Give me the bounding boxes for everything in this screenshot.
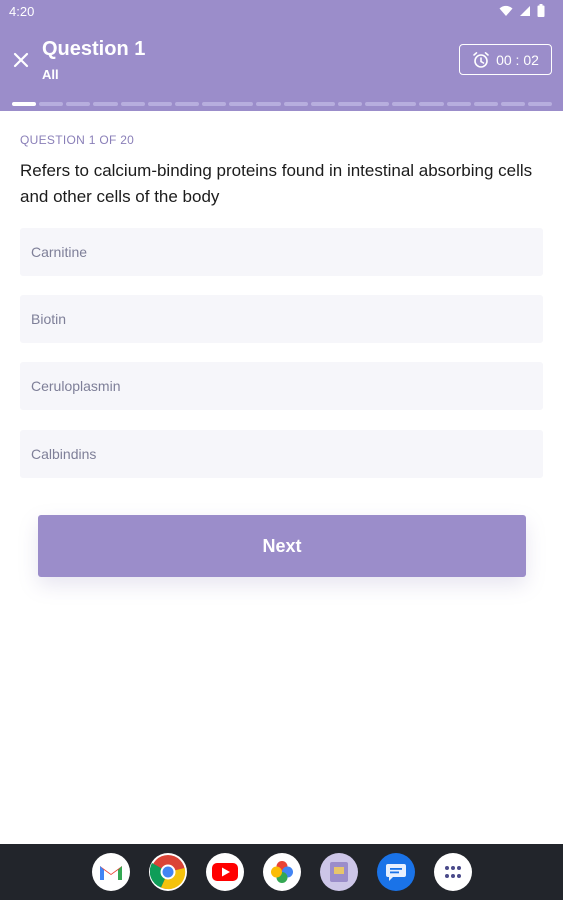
progress-segment bbox=[337, 102, 363, 106]
progress-segment bbox=[283, 102, 308, 106]
messages-icon[interactable] bbox=[376, 853, 415, 891]
signal-icon bbox=[520, 5, 530, 16]
progress-segment bbox=[256, 102, 281, 106]
youtube-icon[interactable] bbox=[205, 853, 244, 891]
battery-icon bbox=[537, 4, 545, 17]
timer-value: 00 : 02 bbox=[496, 51, 539, 68]
progress-segment bbox=[12, 102, 37, 106]
wifi-icon bbox=[499, 5, 513, 16]
chrome-icon[interactable] bbox=[148, 853, 187, 891]
progress-segment bbox=[120, 102, 145, 106]
app-drawer-icon[interactable] bbox=[433, 853, 472, 891]
progress-segment bbox=[473, 102, 498, 106]
progress-segment bbox=[147, 102, 172, 106]
progress-segment bbox=[446, 102, 471, 106]
gmail-icon[interactable] bbox=[91, 853, 130, 891]
page-title: Question 1 bbox=[42, 38, 146, 60]
progress-segment bbox=[500, 102, 525, 106]
alarm-clock-icon bbox=[473, 51, 489, 68]
question-text: Refers to calcium-binding proteins found… bbox=[20, 161, 533, 206]
next-button[interactable]: Next bbox=[38, 515, 526, 577]
photos-icon[interactable] bbox=[262, 853, 301, 891]
progress-segment bbox=[66, 102, 91, 106]
answer-option[interactable]: Carnitine bbox=[20, 228, 543, 276]
status-time: 4:20 bbox=[9, 4, 35, 19]
progress-segment bbox=[39, 102, 64, 106]
answer-option[interactable]: Biotin bbox=[20, 295, 543, 343]
answer-option[interactable]: Ceruloplasmin bbox=[20, 362, 543, 410]
status-icons bbox=[499, 4, 545, 17]
question-counter: QUESTION 1 OF 20 bbox=[20, 133, 135, 147]
progress-segment bbox=[229, 102, 254, 106]
progress-segment bbox=[93, 102, 118, 106]
page-subtitle: All bbox=[42, 67, 59, 82]
progress-segment bbox=[365, 102, 390, 106]
app-icon[interactable] bbox=[319, 853, 358, 891]
progress-segment bbox=[174, 102, 200, 106]
progress-segment bbox=[310, 102, 335, 106]
progress-segment bbox=[527, 102, 553, 106]
taskbar bbox=[0, 844, 563, 900]
progress-segment bbox=[419, 102, 444, 106]
answer-option[interactable]: Calbindins bbox=[20, 430, 543, 478]
app-header: 4:20 Question 1 All 00 : 02 bbox=[0, 0, 563, 111]
timer: 00 : 02 bbox=[459, 44, 552, 75]
progress-segment bbox=[202, 102, 227, 106]
close-icon[interactable] bbox=[11, 50, 31, 70]
question-progress bbox=[12, 102, 553, 106]
progress-segment bbox=[392, 102, 417, 106]
